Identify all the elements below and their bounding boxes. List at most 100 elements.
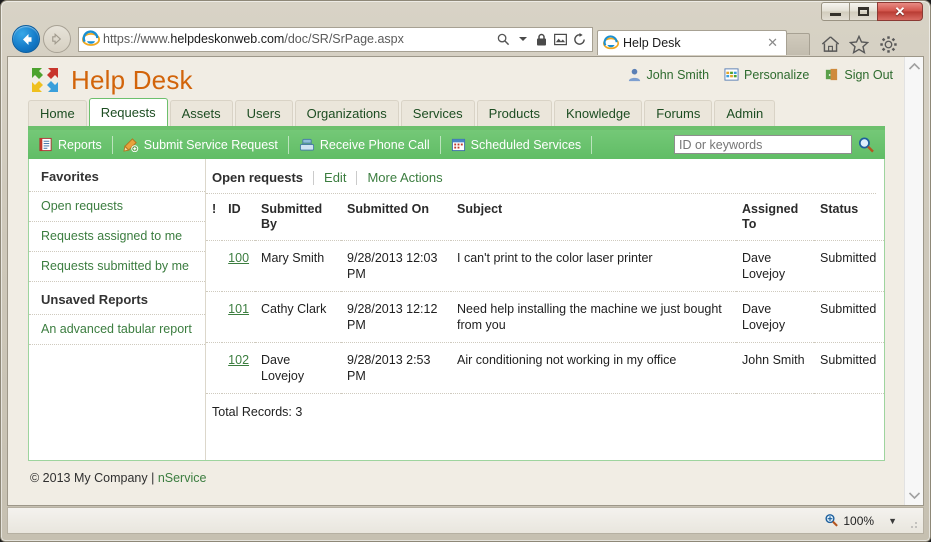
scroll-down-icon[interactable] — [905, 486, 923, 505]
favorites-star-icon[interactable] — [849, 34, 869, 54]
table-row[interactable]: 101 Cathy Clark 9/28/2013 12:12 PM Need … — [206, 291, 884, 343]
more-actions-link[interactable]: More Actions — [367, 170, 442, 185]
column-id[interactable]: ID — [222, 194, 256, 241]
compatibility-view-icon[interactable] — [553, 31, 568, 47]
column-status[interactable]: Status — [814, 194, 884, 241]
url-path: /doc/SR/SrPage.aspx — [284, 32, 404, 46]
zoom-control[interactable]: 100% ▼ — [824, 513, 897, 528]
product-link[interactable]: nService — [158, 471, 207, 485]
tab-users[interactable]: Users — [234, 100, 293, 126]
sign-out-link[interactable]: Sign Out — [844, 68, 893, 82]
cell-assigned-to: Dave Lovejoy — [736, 291, 814, 343]
tab-assets[interactable]: Assets — [169, 100, 233, 126]
refresh-icon[interactable] — [572, 31, 587, 47]
user-icon — [628, 68, 640, 82]
back-button[interactable] — [12, 25, 40, 53]
cell-flag — [206, 291, 223, 343]
toolbar-scheduled-services[interactable]: Scheduled Services — [441, 130, 591, 159]
toolbar-separator — [591, 135, 593, 154]
cell-subject: Need help installing the machine we just… — [451, 291, 736, 343]
app-header: Help Desk John Smith Personalize Sign Ou… — [8, 57, 905, 102]
cell-id[interactable]: 102 — [222, 342, 256, 394]
new-tab-button[interactable] — [786, 33, 810, 55]
divider — [356, 170, 358, 185]
toolbar-submit-service-request[interactable]: Submit Service Request — [113, 130, 288, 159]
sidebar-item-requests-assigned-to-me[interactable]: Requests assigned to me — [29, 222, 205, 252]
page-scrollbar[interactable] — [904, 57, 923, 505]
scroll-up-icon[interactable] — [905, 57, 923, 76]
action-toolbar: Reports Submit Service Request Receive P… — [28, 130, 885, 159]
user-name-link[interactable]: John Smith — [647, 68, 710, 82]
zoom-level: 100% — [843, 513, 875, 528]
tab-favicon-internet-explorer-icon — [603, 35, 619, 50]
column-submitted-by[interactable]: Submitted By — [255, 194, 342, 241]
search-input[interactable] — [674, 135, 852, 154]
minimize-button[interactable] — [821, 2, 850, 21]
cell-status: Submitted — [814, 291, 884, 343]
tab-knowledge[interactable]: Knowledge — [553, 100, 643, 126]
submit-request-icon — [123, 138, 138, 152]
column-assigned-to[interactable]: Assigned To — [736, 194, 814, 241]
cell-flag — [206, 342, 223, 394]
column-submitted-on[interactable]: Submitted On — [341, 194, 452, 241]
cell-submitted-on: 9/28/2013 12:12 PM — [341, 291, 452, 343]
phone-icon — [299, 138, 314, 151]
address-bar[interactable]: https://www.helpdeskonweb.com/doc/SR/SrP… — [78, 26, 593, 52]
scrollbar-thumb[interactable] — [907, 79, 922, 479]
toolbar-receive-phone-call[interactable]: Receive Phone Call — [289, 130, 440, 159]
sidebar-item-requests-submitted-by-me[interactable]: Requests submitted by me — [29, 252, 205, 282]
maximize-button[interactable] — [849, 2, 878, 21]
sidebar-item-open-requests[interactable]: Open requests — [29, 192, 205, 222]
tab-forums[interactable]: Forums — [644, 100, 713, 126]
window-controls: ✕ — [821, 2, 923, 21]
resize-grip-icon[interactable] — [907, 518, 919, 530]
lock-icon[interactable] — [534, 31, 549, 47]
personalize-icon — [724, 68, 739, 81]
cell-subject: I can't print to the color laser printer — [451, 240, 736, 292]
forward-button[interactable] — [43, 25, 71, 53]
request-id-link[interactable]: 101 — [228, 302, 249, 316]
personalize-link[interactable]: Personalize — [744, 68, 809, 82]
gear-icon[interactable] — [878, 34, 898, 54]
tab-products[interactable]: Products — [476, 100, 552, 126]
cell-assigned-to: Dave Lovejoy — [736, 240, 814, 292]
tab-requests[interactable]: Requests — [88, 98, 168, 126]
table-row[interactable]: 100 Mary Smith 9/28/2013 12:03 PM I can'… — [206, 240, 884, 292]
home-icon[interactable] — [820, 34, 840, 54]
cell-id[interactable]: 101 — [222, 291, 256, 343]
tab-organizations[interactable]: Organizations — [294, 100, 399, 126]
search-icon[interactable] — [496, 31, 511, 47]
browser-tab-strip: Help Desk ✕ — [597, 24, 925, 55]
command-bar-icons — [820, 34, 898, 54]
cell-id[interactable]: 100 — [222, 240, 256, 292]
search-icon[interactable] — [857, 136, 875, 154]
copyright-text: © 2013 My Company | — [30, 471, 155, 485]
tab-admin[interactable]: Admin — [714, 100, 776, 126]
zoom-icon — [825, 514, 839, 527]
tab-home[interactable]: Home — [28, 100, 87, 126]
table-row[interactable]: 102 Dave Lovejoy 9/28/2013 2:53 PM Air c… — [206, 342, 884, 394]
request-id-link[interactable]: 100 — [228, 251, 249, 265]
pinwheel-logo-icon — [32, 68, 58, 92]
zoom-chevron-down-icon[interactable]: ▼ — [888, 516, 897, 526]
table-header: ! ID Submitted By Submitted On Subject A… — [206, 194, 884, 241]
tab-close-icon[interactable]: ✕ — [763, 35, 782, 51]
column-flag[interactable]: ! — [206, 194, 223, 241]
column-subject[interactable]: Subject — [451, 194, 736, 241]
toolbar-reports[interactable]: Reports — [28, 130, 112, 159]
tab-services[interactable]: Services — [400, 100, 475, 126]
page-footer: © 2013 My Company | nService — [28, 461, 885, 485]
sidebar-group-unsaved-reports: Unsaved Reports — [29, 282, 205, 315]
cell-submitted-by: Mary Smith — [255, 240, 342, 292]
chevron-down-icon[interactable] — [515, 31, 530, 47]
request-id-link[interactable]: 102 — [228, 353, 249, 367]
cell-flag — [206, 240, 223, 292]
url-prefix: https://www. — [103, 32, 171, 46]
sidebar-item-advanced-tabular-report[interactable]: An advanced tabular report — [29, 315, 205, 345]
main-tab-bar: Home Requests Assets Users Organizations… — [28, 98, 885, 130]
view-title: Open requests — [212, 170, 304, 185]
app-brand: Help Desk — [28, 64, 193, 96]
browser-tab[interactable]: Help Desk ✕ — [597, 30, 787, 55]
edit-link[interactable]: Edit — [324, 170, 346, 185]
close-window-button[interactable]: ✕ — [877, 2, 923, 21]
